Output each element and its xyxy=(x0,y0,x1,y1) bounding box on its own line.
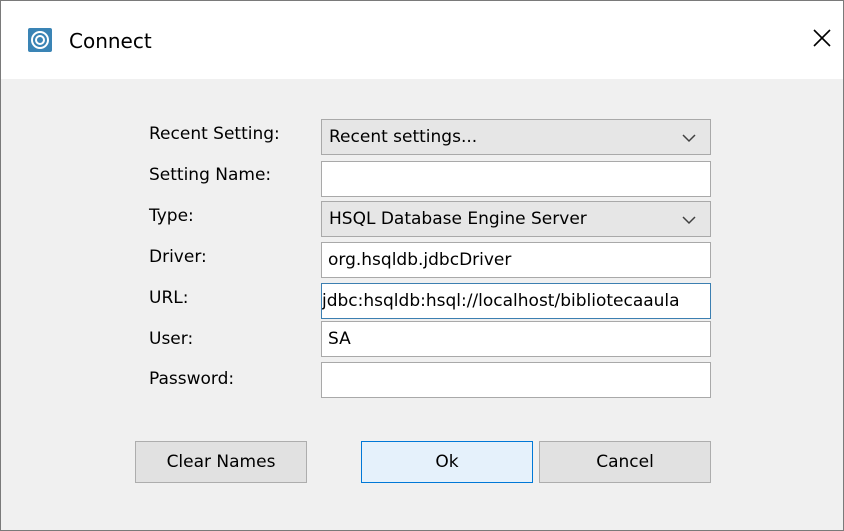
window-title: Connect xyxy=(69,29,152,53)
clear-names-button[interactable]: Clear Names xyxy=(135,441,307,483)
setting-name-input[interactable] xyxy=(321,161,711,197)
chevron-down-icon xyxy=(682,134,696,143)
recent-setting-value: Recent settings... xyxy=(329,127,478,147)
url-input[interactable] xyxy=(321,283,711,319)
password-label: Password: xyxy=(149,369,235,389)
driver-label: Driver: xyxy=(149,247,207,267)
setting-name-label: Setting Name: xyxy=(149,165,272,185)
url-label: URL: xyxy=(149,288,189,308)
cancel-button[interactable]: Cancel xyxy=(539,441,711,483)
type-value: HSQL Database Engine Server xyxy=(329,209,587,229)
app-icon xyxy=(28,28,52,52)
title-bar: Connect xyxy=(1,1,843,79)
recent-setting-dropdown[interactable]: Recent settings... xyxy=(321,119,711,155)
user-input[interactable] xyxy=(321,321,711,357)
recent-setting-label: Recent Setting: xyxy=(149,124,280,144)
user-label: User: xyxy=(149,329,194,349)
driver-input[interactable] xyxy=(321,242,711,278)
type-label: Type: xyxy=(149,206,194,226)
chevron-down-icon xyxy=(682,216,696,225)
type-dropdown[interactable]: HSQL Database Engine Server xyxy=(321,201,711,237)
close-button[interactable] xyxy=(801,15,843,63)
ok-button[interactable]: Ok xyxy=(361,441,533,483)
password-input[interactable] xyxy=(321,362,711,398)
close-icon xyxy=(813,29,831,47)
connect-dialog: Connect Recent Setting: Recent settings.… xyxy=(0,0,844,531)
